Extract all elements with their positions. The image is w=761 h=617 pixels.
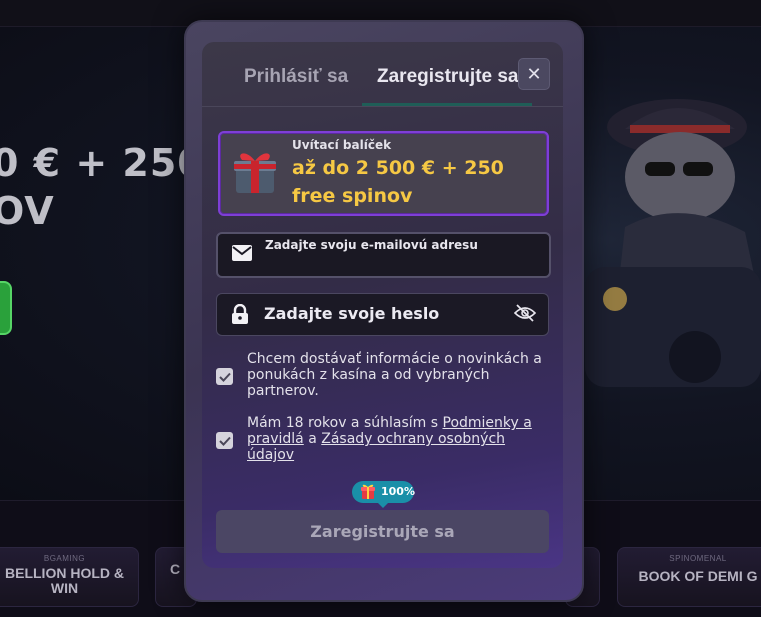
marketing-consent-checkbox[interactable] xyxy=(216,368,233,385)
bonus-amount: až do 2 500 € + 250 free spinov xyxy=(292,157,504,207)
terms-consent-text: Mám 18 rokov a súhlasím s Podmienky a pr… xyxy=(247,415,543,463)
active-tab-indicator xyxy=(362,103,532,106)
email-field[interactable]: Zadajte svoju e-mailovú adresu xyxy=(216,232,551,278)
checkmark-icon xyxy=(218,436,231,446)
hero-title-line: 0 € + 250 xyxy=(0,141,205,185)
auth-tabs: Prihlásiť sa Zaregistrujte sa ✕ xyxy=(202,42,563,107)
tab-login[interactable]: Prihlásiť sa xyxy=(244,66,348,88)
terms-text-middle: a xyxy=(303,431,322,447)
raccoon-mascot-illustration xyxy=(585,99,761,387)
eye-off-icon[interactable] xyxy=(514,303,536,323)
password-placeholder: Zadajte svoje heslo xyxy=(264,304,440,323)
hero-title-line: OV xyxy=(0,189,55,233)
welcome-bonus-banner: Uvítací balíček až do 2 500 € + 250 free… xyxy=(218,131,549,216)
hero-title: 0 € + 250 OV xyxy=(0,139,205,235)
register-submit-button[interactable]: Zaregistrujte sa xyxy=(216,510,549,553)
terms-consent-row: Mám 18 rokov a súhlasím s Podmienky a pr… xyxy=(216,415,546,465)
close-icon: ✕ xyxy=(526,63,542,85)
game-provider: SPINOMENAL xyxy=(669,554,727,563)
envelope-icon xyxy=(232,245,252,261)
registration-modal: Prihlásiť sa Zaregistrujte sa ✕ Uvítací … xyxy=(202,42,563,568)
game-provider: BGAMING xyxy=(43,554,86,563)
progress-badge-pointer xyxy=(377,502,389,508)
lock-icon xyxy=(232,304,248,324)
progress-badge: 100% xyxy=(352,481,415,508)
checkmark-icon xyxy=(218,372,231,382)
gift-icon xyxy=(361,484,375,499)
email-placeholder: Zadajte svoju e-mailovú adresu xyxy=(265,238,478,252)
game-card[interactable]: SPINOMENAL BOOK OF DEMI G xyxy=(617,547,761,607)
progress-percent: 100% xyxy=(381,485,415,498)
game-name: BOOK OF DEMI G xyxy=(638,568,758,584)
game-card[interactable]: BGAMING BELLION HOLD & WIN xyxy=(0,547,139,607)
tab-register[interactable]: Zaregistrujte sa xyxy=(377,66,519,88)
terms-consent-checkbox[interactable] xyxy=(216,432,233,449)
terms-text-prefix: Mám 18 rokov a súhlasím s xyxy=(247,415,443,431)
marketing-consent-row: Chcem dostávať informácie o novinkách a … xyxy=(216,351,546,401)
game-name: BELLION HOLD & WIN xyxy=(5,565,124,596)
close-button[interactable]: ✕ xyxy=(518,58,550,90)
bonus-kicker: Uvítací balíček xyxy=(292,138,392,152)
password-field[interactable]: Zadajte svoje heslo xyxy=(216,293,549,336)
gift-icon xyxy=(234,153,276,193)
hero-cta-button[interactable] xyxy=(0,281,12,335)
marketing-consent-text: Chcem dostávať informácie o novinkách a … xyxy=(247,351,542,399)
